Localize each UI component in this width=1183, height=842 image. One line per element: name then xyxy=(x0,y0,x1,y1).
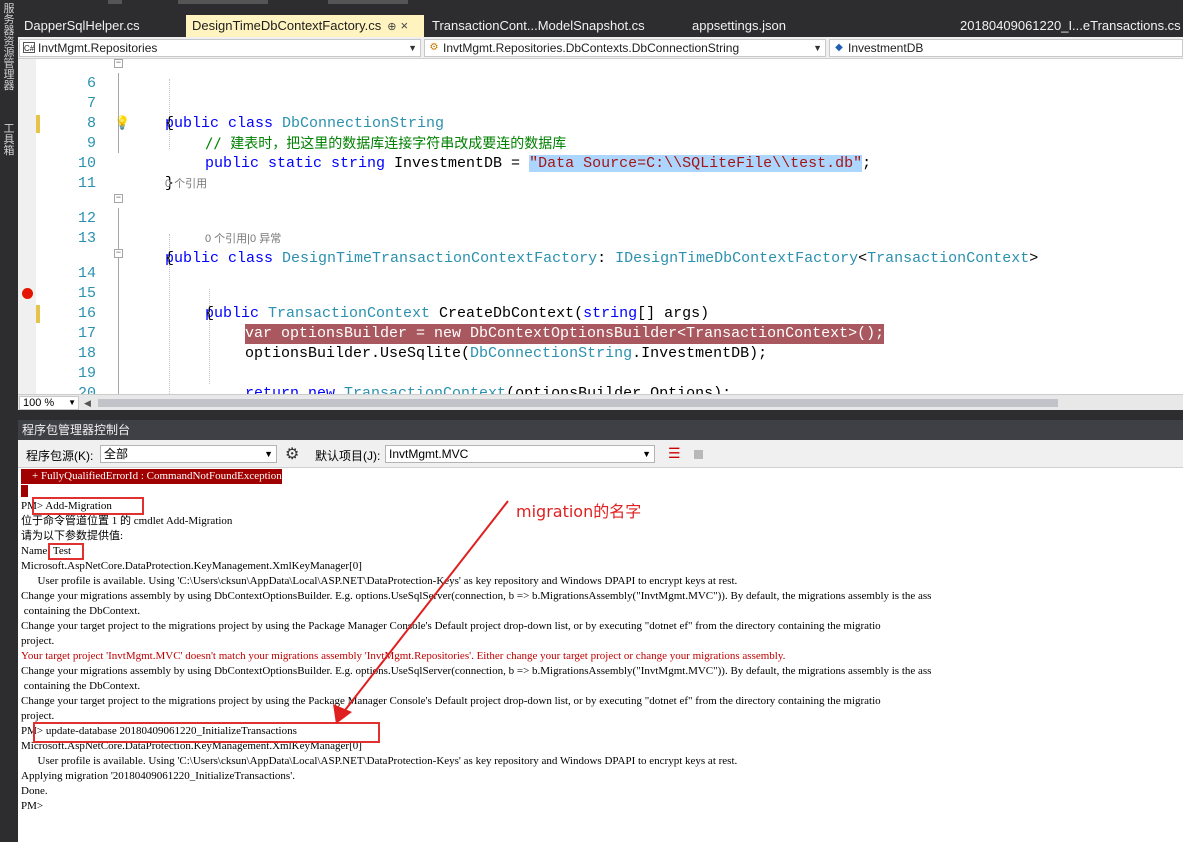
console-line-warning: Your target project 'InvtMgmt.MVC' doesn… xyxy=(21,650,786,662)
console-line: 请为以下参数提供值: xyxy=(21,530,124,542)
left-tool-strip: 服务器资源管理器 工具箱 xyxy=(0,0,18,842)
keyword: return new xyxy=(245,385,345,394)
toolbox-tab[interactable]: 工具箱 xyxy=(1,124,17,157)
console-line: 位于命令管道位置 1 的 cmdlet Add-Migration xyxy=(21,515,233,527)
code-line: 18 xyxy=(18,324,1183,362)
stop-icon[interactable] xyxy=(694,450,703,459)
code-line: 13 { xyxy=(18,209,1183,267)
console-line: Microsoft.AspNetCore.DataProtection.KeyM… xyxy=(21,560,362,572)
line-number: 20 xyxy=(77,385,96,394)
tab-label: DapperSqlHelper.cs xyxy=(24,18,140,33)
annotation-box-add-migration xyxy=(32,497,144,515)
project-dropdown[interactable]: C# InvtMgmt.Repositories ▼ xyxy=(19,39,421,57)
scroll-left-icon[interactable]: ◀ xyxy=(84,398,91,409)
package-source-dropdown[interactable]: 全部 ▼ xyxy=(100,445,277,463)
code-line: 8 // 建表时，把这里的数据库连接字符串改成要连的数据库 xyxy=(18,94,1183,152)
tab-initializetransactions[interactable]: 20180409061220_I...eTransactions.cs xyxy=(954,15,1183,37)
default-project-dropdown[interactable]: InvtMgmt.MVC ▼ xyxy=(385,445,655,463)
package-source-label: 程序包源(K): xyxy=(26,449,94,463)
code-line: 15 { xyxy=(18,264,1183,322)
chevron-down-icon: ▼ xyxy=(264,449,273,459)
zoom-dropdown[interactable]: 100 % ▼ xyxy=(19,396,79,410)
console-line: Change your migrations assembly by using… xyxy=(21,665,932,677)
package-source-value: 全部 xyxy=(104,447,129,461)
clear-console-icon[interactable]: ☰ xyxy=(668,445,681,462)
console-line: containing the DbContext. xyxy=(21,605,141,617)
code-line: 9 public static string InvestmentDB = "D… xyxy=(18,114,1183,172)
code-line: 12 − public class DesignTimeTransactionC… xyxy=(18,189,1183,268)
console-line: Applying migration '20180409061220_Initi… xyxy=(21,770,295,782)
toolbar-strip xyxy=(18,0,1183,15)
collapse-icon[interactable]: − xyxy=(114,194,123,203)
code-line: 7 { xyxy=(18,74,1183,132)
annotation-label: migration的名字 xyxy=(516,502,642,521)
gear-icon[interactable]: ⚙ xyxy=(285,444,299,464)
member-dropdown-value: InvestmentDB xyxy=(848,41,924,55)
navigation-bar: C# InvtMgmt.Repositories ▼ ⚙ InvtMgmt.Re… xyxy=(18,37,1183,59)
member-dropdown[interactable]: ◆ InvestmentDB xyxy=(829,39,1183,57)
pmc-panel-title: 程序包管理器控制台 xyxy=(18,420,1183,440)
code-line: 6 − public class DbConnectionString xyxy=(18,59,1183,132)
code-line: 11 xyxy=(18,154,1183,192)
tab-label: 20180409061220_I...eTransactions.cs xyxy=(960,18,1181,33)
console-line: project. xyxy=(21,635,55,647)
default-project-label: 默认项目(J): xyxy=(315,449,381,463)
annotation-box-update-database xyxy=(33,722,380,743)
console-line: containing the DbContext. xyxy=(21,680,141,692)
code-editor[interactable]: 💡 6 − public class DbConnectionString 7 … xyxy=(18,59,1183,394)
console-output[interactable]: + FullyQualifiedErrorId : CommandNotFoun… xyxy=(18,468,1183,842)
close-icon[interactable]: × xyxy=(401,18,409,33)
collapse-icon[interactable]: − xyxy=(114,59,123,68)
code-line: 17 optionsBuilder.UseSqlite(DbConnection… xyxy=(18,304,1183,362)
server-explorer-tab[interactable]: 服务器资源管理器 xyxy=(1,4,17,92)
horizontal-scrollbar[interactable] xyxy=(98,399,1058,407)
pmc-toolbar: 程序包源(K): 全部 ▼ ⚙ 默认项目(J): InvtMgmt.MVC ▼ ☰ xyxy=(18,440,1183,468)
project-dropdown-value: InvtMgmt.Repositories xyxy=(38,41,158,55)
csharp-project-icon: C# xyxy=(23,42,35,53)
code-line: 19 return new TransactionContext(options… xyxy=(18,344,1183,394)
editor-status-bar: 100 % ▼ ◀ xyxy=(18,394,1183,410)
code-line: 10 } xyxy=(18,134,1183,192)
tab-designtimedbcontextfactory[interactable]: DesignTimeDbContextFactory.cs ⊕ × xyxy=(186,15,424,37)
chevron-down-icon: ▼ xyxy=(642,449,651,459)
chevron-down-icon: ▼ xyxy=(813,43,822,53)
tab-modelsnapshot[interactable]: TransactionCont...ModelSnapshot.cs xyxy=(426,15,676,37)
tab-label: DesignTimeDbContextFactory.cs xyxy=(192,18,382,33)
console-line: Change your migrations assembly by using… xyxy=(21,590,932,602)
tab-label: appsettings.json xyxy=(692,18,786,33)
class-icon: ⚙ xyxy=(429,42,439,53)
code-line: 14 − public TransactionContext CreateDbC… xyxy=(18,244,1183,323)
type-dropdown[interactable]: ⚙ InvtMgmt.Repositories.DbContexts.DbCon… xyxy=(424,39,826,57)
tab-dappersqlhelper[interactable]: DapperSqlHelper.cs xyxy=(18,15,184,37)
console-line: Done. xyxy=(21,785,48,797)
console-line: User profile is available. Using 'C:\Use… xyxy=(21,575,738,587)
document-tab-bar: DapperSqlHelper.cs DesignTimeDbContextFa… xyxy=(18,15,1183,37)
zoom-value: 100 % xyxy=(23,397,55,409)
pin-icon[interactable]: ⊕ xyxy=(387,21,396,33)
chevron-down-icon: ▼ xyxy=(408,43,417,53)
field-icon: ◆ xyxy=(835,42,843,53)
console-line: Change your target project to the migrat… xyxy=(21,620,881,632)
console-line-error: + FullyQualifiedErrorId : CommandNotFoun… xyxy=(21,469,282,484)
collapse-icon[interactable]: − xyxy=(114,249,123,258)
code-line: 20 } xyxy=(18,364,1183,394)
code-line: 16 var optionsBuilder = new DbContextOpt… xyxy=(18,284,1183,344)
chevron-down-icon: ▼ xyxy=(68,398,76,407)
tab-appsettings[interactable]: appsettings.json xyxy=(686,15,826,37)
console-cursor xyxy=(21,485,28,497)
default-project-value: InvtMgmt.MVC xyxy=(389,447,469,461)
console-line: PM> xyxy=(21,800,44,812)
type-name: TransactionContext xyxy=(344,385,507,394)
console-line: User profile is available. Using 'C:\Use… xyxy=(21,755,738,767)
annotation-box-name xyxy=(48,543,84,560)
code-text: (optionsBuilder.Options); xyxy=(506,385,732,394)
type-dropdown-value: InvtMgmt.Repositories.DbContexts.DbConne… xyxy=(443,41,740,55)
console-line: Change your target project to the migrat… xyxy=(21,695,881,707)
tab-label: TransactionCont...ModelSnapshot.cs xyxy=(432,18,645,33)
